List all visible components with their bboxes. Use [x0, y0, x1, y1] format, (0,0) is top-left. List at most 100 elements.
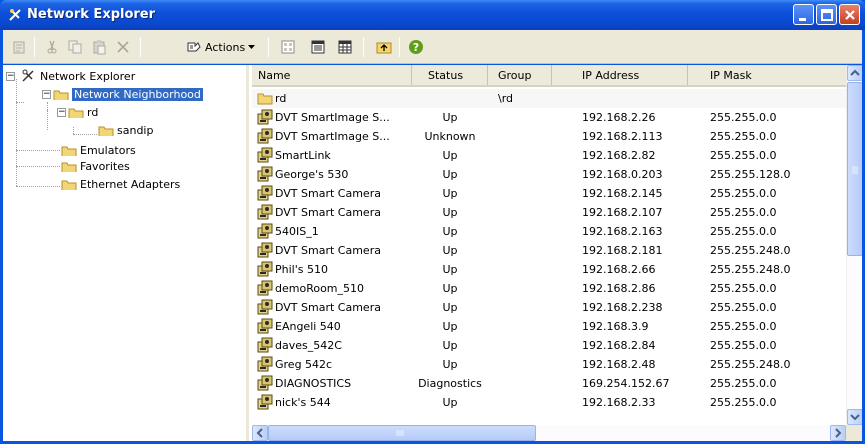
column-header-name[interactable]: Name: [252, 65, 412, 85]
cell-ip-mask: 255.255.248.0: [710, 263, 791, 276]
title-bar[interactable]: Network Explorer: [0, 0, 865, 30]
column-header-ip-address[interactable]: IP Address: [552, 65, 688, 85]
delete-button[interactable]: [114, 38, 132, 56]
collapse-icon[interactable]: −: [57, 107, 66, 117]
folder-icon: [61, 180, 77, 190]
list-row[interactable]: demoRoom_510 Up 192.168.2.86 255.255.0.0: [252, 279, 846, 298]
list-view-button[interactable]: [336, 38, 354, 56]
up-folder-button[interactable]: [375, 38, 393, 56]
cell-ip-mask: 255.255.128.0: [710, 168, 791, 181]
tree-node-ethernet-adapters[interactable]: Ethernet Adapters: [61, 176, 180, 192]
collapse-icon[interactable]: −: [6, 71, 15, 81]
collapse-icon[interactable]: −: [42, 89, 51, 99]
folder-tree[interactable]: − Network Explorer − Network Neighborhoo…: [3, 65, 249, 441]
paste-button[interactable]: [90, 38, 108, 56]
scroll-up-button[interactable]: [847, 65, 862, 81]
horizontal-scroll-thumb[interactable]: [268, 425, 536, 441]
tree-label: sandip: [117, 123, 154, 137]
smart-camera-icon: [257, 147, 273, 163]
list-row[interactable]: DVT SmartImage S... Unknown 192.168.2.113 2…: [252, 127, 846, 146]
list-row[interactable]: nick's 544 Up 192.168.2.33 255.255.0.0: [252, 393, 846, 412]
details-view-button[interactable]: [309, 38, 327, 56]
cell-ip-mask: 255.255.0.0: [710, 301, 777, 314]
cell-status: Up: [442, 187, 458, 200]
cell-status: Up: [442, 206, 458, 219]
list-row[interactable]: DVT Smart Camera Up 192.168.2.181 255.255.2…: [252, 241, 846, 260]
cell-name: daves_542C: [275, 339, 342, 352]
device-list[interactable]: Name Status Group IP Address IP Mask rd …: [252, 65, 862, 441]
folder-icon: [257, 93, 273, 105]
cell-name: rd: [275, 92, 287, 105]
vertical-scrollbar[interactable]: [846, 65, 862, 425]
tree-node-emulators[interactable]: Emulators: [61, 142, 136, 158]
tree-label-selected: Network Neighborhood: [72, 87, 203, 101]
cell-status: Unknown: [424, 130, 476, 143]
cell-ip-mask: 255.255.248.0: [710, 244, 791, 257]
cell-ip-address: 192.168.2.48: [582, 358, 656, 371]
cell-ip-address: 192.168.3.9: [582, 320, 649, 333]
tree-node-rd[interactable]: − rd: [57, 104, 98, 120]
large-icons-view-button[interactable]: [279, 38, 297, 56]
list-row[interactable]: DVT Smart Camera Up 192.168.2.145 255.255.0…: [252, 184, 846, 203]
smart-camera-icon: [257, 375, 273, 391]
list-row[interactable]: EAngeli 540 Up 192.168.3.9 255.255.0.0: [252, 317, 846, 336]
tree-node-network-neighborhood[interactable]: − Network Neighborhood: [42, 86, 203, 102]
cell-name: Greg 542c: [275, 358, 333, 371]
cut-button[interactable]: [43, 38, 61, 56]
cell-ip-mask: 255.255.0.0: [710, 320, 777, 333]
list-row-folder[interactable]: rd \rd: [252, 89, 846, 108]
cell-ip-address: 192.168.2.163: [582, 225, 663, 238]
list-row[interactable]: Greg 542c Up 192.168.2.48 255.255.248.0: [252, 355, 846, 374]
cell-name: DVT Smart Camera: [275, 244, 381, 257]
smart-camera-icon: [257, 109, 273, 125]
scroll-left-button[interactable]: [252, 425, 268, 441]
cell-status: Up: [442, 301, 458, 314]
maximize-button[interactable]: [816, 4, 837, 25]
tree-node-sandip[interactable]: sandip: [98, 122, 153, 138]
tree-node-network-explorer[interactable]: − Network Explorer: [6, 68, 135, 84]
column-header-status[interactable]: Status: [412, 65, 488, 85]
list-icon: [338, 40, 352, 54]
minimize-icon: [799, 18, 806, 21]
properties-button[interactable]: [10, 38, 28, 56]
horizontal-scrollbar[interactable]: [252, 425, 846, 441]
list-row[interactable]: DVT SmartImage S... Up 192.168.2.26 255.255…: [252, 108, 846, 127]
cell-status: Up: [442, 149, 458, 162]
scroll-down-button[interactable]: [847, 409, 862, 425]
list-row[interactable]: SmartLink Up 192.168.2.82 255.255.0.0: [252, 146, 846, 165]
list-row[interactable]: Phil's 510 Up 192.168.2.66 255.255.248.0: [252, 260, 846, 279]
network-explorer-window: Network Explorer Actions ? − Network Exp…: [0, 0, 865, 444]
minimize-button[interactable]: [793, 4, 814, 25]
smart-camera-icon: [257, 394, 273, 410]
list-row[interactable]: daves_542C Up 192.168.2.84 255.255.0.0: [252, 336, 846, 355]
scroll-right-button[interactable]: [830, 425, 846, 441]
cell-ip-mask: 255.255.248.0: [710, 358, 791, 371]
cell-status: Diagnostics: [418, 377, 482, 390]
paste-icon: [93, 40, 106, 55]
vertical-scroll-thumb[interactable]: [847, 82, 862, 256]
list-row[interactable]: DVT Smart Camera Up 192.168.2.107 255.255.0…: [252, 203, 846, 222]
cell-ip-address: 192.168.2.145: [582, 187, 663, 200]
cell-name: nick's 544: [275, 396, 331, 409]
list-row[interactable]: DVT Smart Camera Up 192.168.2.238 255.255.0…: [252, 298, 846, 317]
chevron-down-icon: [248, 44, 256, 49]
column-header-group[interactable]: Group: [488, 65, 552, 85]
cell-ip-address: 192.168.2.107: [582, 206, 663, 219]
column-header-ip-mask[interactable]: IP Mask: [688, 65, 846, 85]
actions-menu-button[interactable]: Actions: [186, 38, 256, 56]
help-button[interactable]: ?: [407, 38, 425, 56]
list-row[interactable]: DIAGNOSTICS Diagnostics 169.254.152.67 255.…: [252, 374, 846, 393]
help-icon: ?: [409, 40, 423, 54]
smart-camera-icon: [257, 185, 273, 201]
details-icon: [311, 40, 325, 54]
list-row[interactable]: George's 530 Up 192.168.0.203 255.255.128.0: [252, 165, 846, 184]
smart-camera-icon: [257, 318, 273, 334]
tree-node-favorites[interactable]: Favorites: [61, 158, 130, 174]
list-row[interactable]: 540IS_1 Up 192.168.2.163 255.255.0.0: [252, 222, 846, 241]
grip-icon: [396, 430, 404, 436]
copy-button[interactable]: [66, 38, 84, 56]
cell-status: Up: [442, 244, 458, 257]
cell-ip-address: 192.168.2.26: [582, 111, 656, 124]
close-button[interactable]: [839, 4, 860, 25]
cut-icon: [47, 40, 57, 54]
